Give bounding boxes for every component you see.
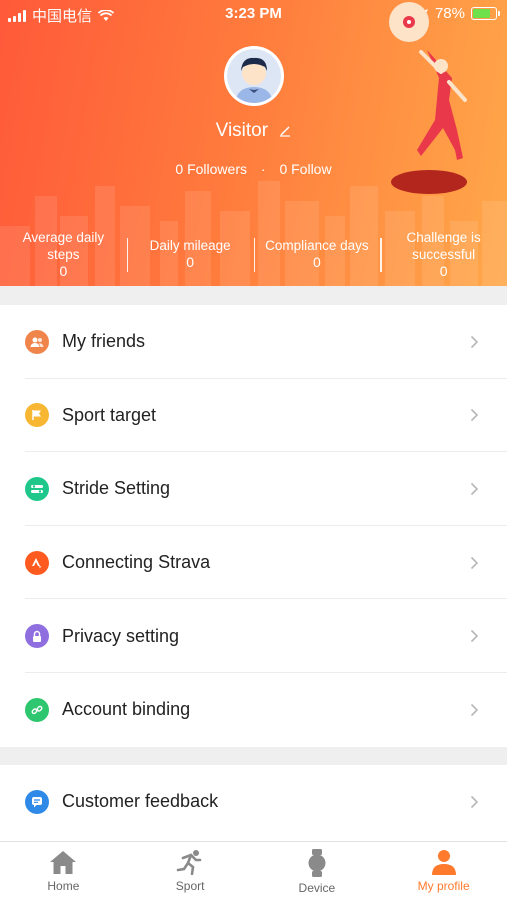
menu-item-stride-setting[interactable]: Stride Setting: [0, 452, 507, 526]
stat-value: 0: [312, 254, 321, 270]
bottom-tab-bar: Home Sport Device My profile: [0, 841, 507, 900]
avatar[interactable]: [224, 46, 284, 106]
edit-icon[interactable]: [279, 125, 291, 137]
person-icon: [431, 850, 456, 875]
menu-label: Connecting Strava: [62, 552, 211, 573]
tab-sport[interactable]: Sport: [127, 842, 254, 900]
menu-item-account-binding[interactable]: Account binding: [0, 673, 507, 747]
chevron-right-icon: [470, 482, 479, 496]
tab-home[interactable]: Home: [0, 842, 127, 900]
feedback-icon: [25, 789, 49, 814]
stride-icon: [25, 476, 49, 501]
tab-my-profile[interactable]: My profile: [380, 842, 507, 900]
username-row[interactable]: Visitor: [0, 120, 507, 142]
stat-compliance-days[interactable]: Compliance days 0: [253, 228, 381, 280]
menu-item-customer-feedback[interactable]: Customer feedback: [0, 765, 507, 839]
stat-label: Compliance days: [265, 238, 369, 253]
tab-label: My profile: [417, 879, 470, 893]
menu-label: Sport target: [62, 404, 157, 425]
tab-label: Device: [298, 881, 336, 895]
menu-label: Customer feedback: [62, 791, 219, 812]
menu-label: My friends: [62, 331, 146, 352]
followers-count: 0: [175, 161, 184, 177]
menu-item-privacy-setting[interactable]: Privacy setting: [0, 599, 507, 673]
menu-item-sport-target[interactable]: Sport target: [0, 379, 507, 453]
stat-value: 0: [186, 254, 195, 270]
stat-value: 0: [59, 262, 68, 279]
chevron-right-icon: [470, 335, 479, 348]
stat-label: Average daily steps: [22, 229, 105, 262]
menu-label: Stride Setting: [62, 478, 171, 499]
menu-item-my-friends[interactable]: My friends: [0, 305, 507, 379]
follow-stats: 0 Followers · 0 Follow: [0, 161, 507, 177]
stats-row: Average daily steps 0 Daily mileage 0 Co…: [0, 228, 507, 280]
tab-device[interactable]: Device: [254, 842, 381, 900]
link-icon: [25, 697, 49, 722]
separator-dot: ·: [260, 161, 266, 177]
chevron-right-icon: [470, 795, 479, 808]
stat-value: 0: [439, 262, 448, 279]
stat-challenge-successful[interactable]: Challenge is successful 0: [380, 228, 507, 280]
avatar-image: [227, 49, 281, 103]
menu-item-connecting-strava[interactable]: Connecting Strava: [0, 526, 507, 600]
support-menu: Customer feedback: [0, 765, 507, 841]
friends-icon: [25, 329, 49, 354]
username: Visitor: [215, 120, 269, 141]
flag-icon: [25, 403, 49, 428]
stat-average-daily-steps[interactable]: Average daily steps 0: [0, 228, 127, 280]
follow-label: Follow: [291, 161, 332, 177]
profile-header: 中国电信 3:23 PM 78% Visitor 0 Followers · 0…: [0, 0, 507, 286]
stat-label: Challenge is successful: [406, 229, 481, 262]
home-icon: [50, 851, 77, 874]
stat-label: Daily mileage: [149, 238, 231, 253]
tab-label: Sport: [175, 879, 205, 893]
chevron-right-icon: [470, 556, 479, 569]
chevron-right-icon: [470, 703, 479, 716]
menu-label: Privacy setting: [62, 625, 180, 646]
watch-icon: [308, 849, 326, 877]
menu-label: Account binding: [62, 699, 191, 720]
tab-label: Home: [47, 879, 80, 893]
runner-icon: [176, 850, 202, 875]
chevron-right-icon: [470, 409, 479, 422]
followers-label: Followers: [187, 161, 247, 177]
chevron-right-icon: [470, 630, 479, 643]
stat-daily-mileage[interactable]: Daily mileage 0: [126, 228, 254, 280]
follow-link[interactable]: 0 Follow: [279, 161, 331, 177]
follow-count: 0: [279, 161, 288, 177]
strava-icon: [25, 550, 49, 575]
lock-icon: [25, 624, 49, 649]
settings-menu: My friends Sport target Stride Setting C…: [0, 305, 507, 747]
followers-link[interactable]: 0 Followers: [175, 161, 247, 177]
